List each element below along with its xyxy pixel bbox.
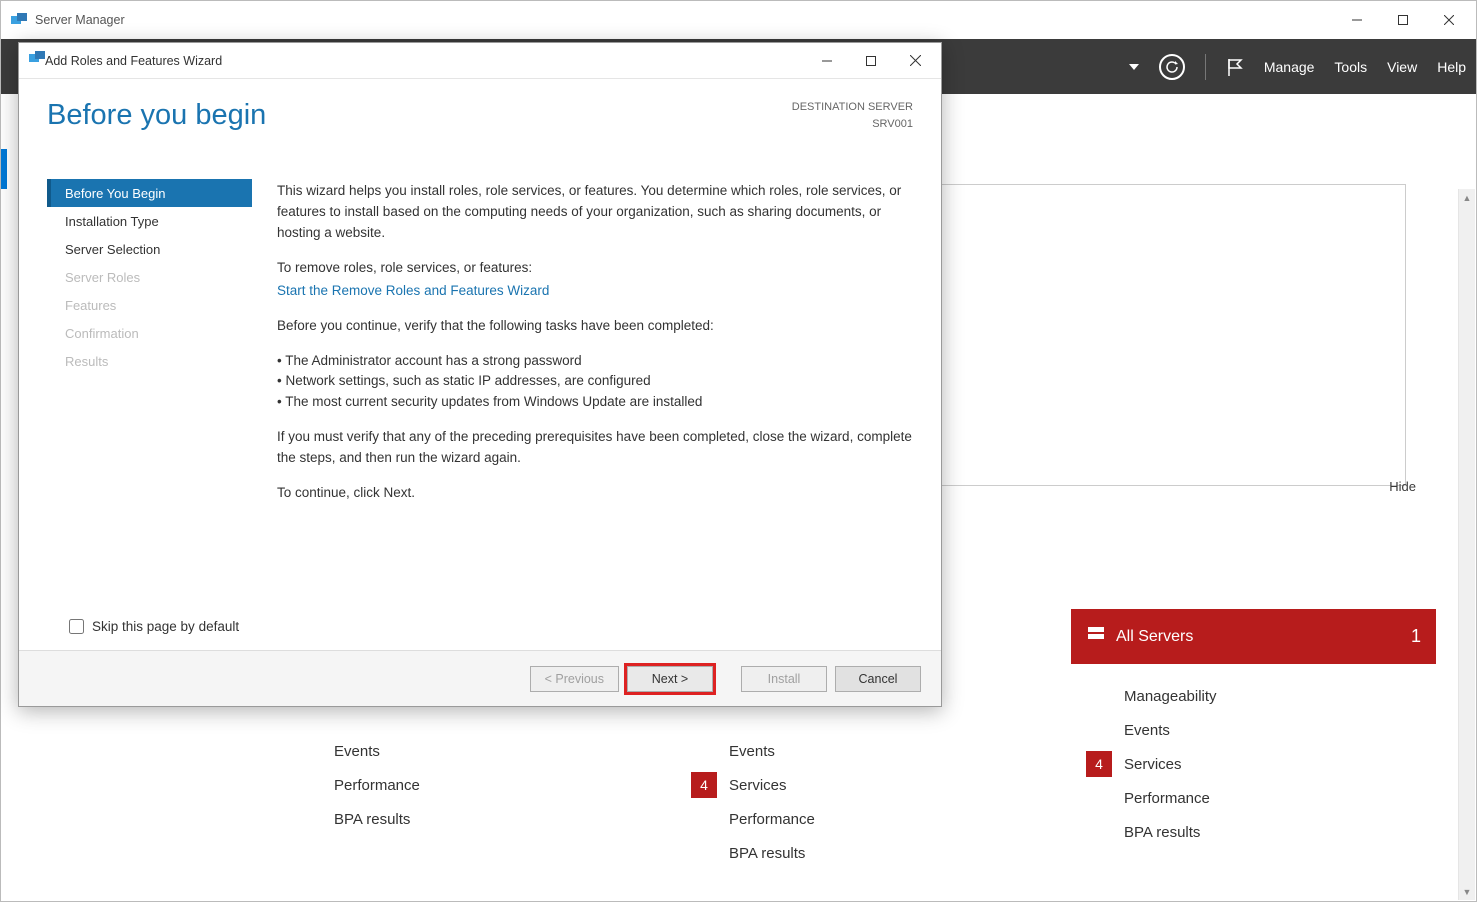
badge-services: 4 bbox=[1086, 751, 1112, 777]
cmdbar-view[interactable]: View bbox=[1387, 59, 1417, 75]
tile-all-servers: All Servers 1 Manageability Events 4Serv… bbox=[1071, 609, 1436, 901]
nav-server-selection[interactable]: Server Selection bbox=[47, 235, 252, 263]
skip-label: Skip this page by default bbox=[92, 619, 239, 634]
server-manager-icon bbox=[11, 12, 27, 28]
dropdown-caret-icon[interactable] bbox=[1129, 64, 1139, 70]
tile-count: 1 bbox=[1411, 626, 1421, 647]
scroll-down-icon[interactable]: ▼ bbox=[1459, 883, 1475, 900]
prereq-item: The most current security updates from W… bbox=[277, 392, 913, 413]
main-close-button[interactable] bbox=[1426, 5, 1472, 35]
nav-features: Features bbox=[47, 291, 252, 319]
tile-line-services: 4Services bbox=[691, 768, 1026, 802]
scroll-up-icon[interactable]: ▲ bbox=[1459, 189, 1475, 206]
continue-paragraph: To continue, click Next. bbox=[277, 483, 913, 504]
tile-title: All Servers bbox=[1116, 628, 1193, 646]
install-button: Install bbox=[741, 666, 827, 692]
intro-paragraph: This wizard helps you install roles, rol… bbox=[277, 181, 913, 244]
destination-server: DESTINATION SERVER SRV001 bbox=[792, 99, 913, 179]
wizard-body: Before You Begin Installation Type Serve… bbox=[19, 179, 941, 619]
wizard-icon bbox=[29, 50, 45, 71]
flag-icon[interactable] bbox=[1226, 57, 1244, 77]
cmdbar-tools[interactable]: Tools bbox=[1334, 59, 1367, 75]
tile-line-performance: Performance bbox=[296, 768, 631, 802]
tile-line-services: 4Services bbox=[1086, 747, 1421, 781]
wizard-heading: Before you begin bbox=[47, 99, 266, 179]
verify-paragraph: If you must verify that any of the prece… bbox=[277, 427, 913, 469]
cancel-button[interactable]: Cancel bbox=[835, 666, 921, 692]
dest-label: DESTINATION SERVER bbox=[792, 99, 913, 116]
cmdbar-manage[interactable]: Manage bbox=[1264, 59, 1315, 75]
wizard-close-button[interactable] bbox=[893, 46, 937, 76]
cmdbar-help[interactable]: Help bbox=[1437, 59, 1466, 75]
nav-results: Results bbox=[47, 347, 252, 375]
separator bbox=[1205, 54, 1206, 80]
servers-icon bbox=[1086, 624, 1106, 649]
next-button[interactable]: Next > bbox=[627, 666, 713, 692]
prereq-item: Network settings, such as static IP addr… bbox=[277, 371, 913, 392]
nav-server-roles: Server Roles bbox=[47, 263, 252, 291]
main-minimize-button[interactable] bbox=[1334, 5, 1380, 35]
skip-row: Skip this page by default bbox=[19, 619, 941, 650]
previous-button: < Previous bbox=[530, 666, 619, 692]
badge-services: 4 bbox=[691, 772, 717, 798]
wizard-header: Before you begin DESTINATION SERVER SRV0… bbox=[19, 79, 941, 179]
main-titlebar: Server Manager bbox=[1, 1, 1476, 39]
prereq-list: The Administrator account has a strong p… bbox=[277, 351, 913, 414]
remove-label: To remove roles, role services, or featu… bbox=[277, 258, 913, 279]
tile-line-performance: Performance bbox=[1086, 781, 1421, 815]
skip-checkbox[interactable] bbox=[69, 619, 84, 634]
refresh-icon[interactable] bbox=[1159, 54, 1185, 80]
tile-line-events: Events bbox=[691, 734, 1026, 768]
nav-installation-type[interactable]: Installation Type bbox=[47, 207, 252, 235]
tile-line-events: Events bbox=[296, 734, 631, 768]
tile-line-events: Events bbox=[1086, 713, 1421, 747]
vertical-scrollbar[interactable]: ▲ ▼ bbox=[1458, 189, 1475, 900]
wizard-content: This wizard helps you install roles, rol… bbox=[252, 179, 913, 619]
hide-link[interactable]: Hide bbox=[1389, 479, 1416, 494]
nav-confirmation: Confirmation bbox=[47, 319, 252, 347]
wizard-maximize-button[interactable] bbox=[849, 46, 893, 76]
wizard-titlebar: Add Roles and Features Wizard bbox=[19, 43, 941, 79]
wizard-title: Add Roles and Features Wizard bbox=[45, 54, 222, 68]
remove-wizard-link[interactable]: Start the Remove Roles and Features Wiza… bbox=[277, 283, 549, 298]
tile-line-manageability: Manageability bbox=[1086, 679, 1421, 713]
tile-line-bpa: BPA results bbox=[1086, 815, 1421, 849]
wizard-nav: Before You Begin Installation Type Serve… bbox=[47, 179, 252, 619]
add-roles-wizard: Add Roles and Features Wizard Before you… bbox=[18, 42, 942, 707]
wizard-minimize-button[interactable] bbox=[805, 46, 849, 76]
tile-header-allservers[interactable]: All Servers 1 bbox=[1071, 609, 1436, 664]
tile-line-bpa: BPA results bbox=[296, 802, 631, 836]
nav-before-you-begin[interactable]: Before You Begin bbox=[47, 179, 252, 207]
tile-line-performance: Performance bbox=[691, 802, 1026, 836]
main-maximize-button[interactable] bbox=[1380, 5, 1426, 35]
wizard-footer: < Previous Next > Install Cancel bbox=[19, 650, 941, 706]
dest-name: SRV001 bbox=[792, 116, 913, 133]
prereq-item: The Administrator account has a strong p… bbox=[277, 351, 913, 372]
main-title: Server Manager bbox=[35, 13, 125, 27]
verify-label: Before you continue, verify that the fol… bbox=[277, 316, 913, 337]
tile-line-bpa: BPA results bbox=[691, 836, 1026, 870]
